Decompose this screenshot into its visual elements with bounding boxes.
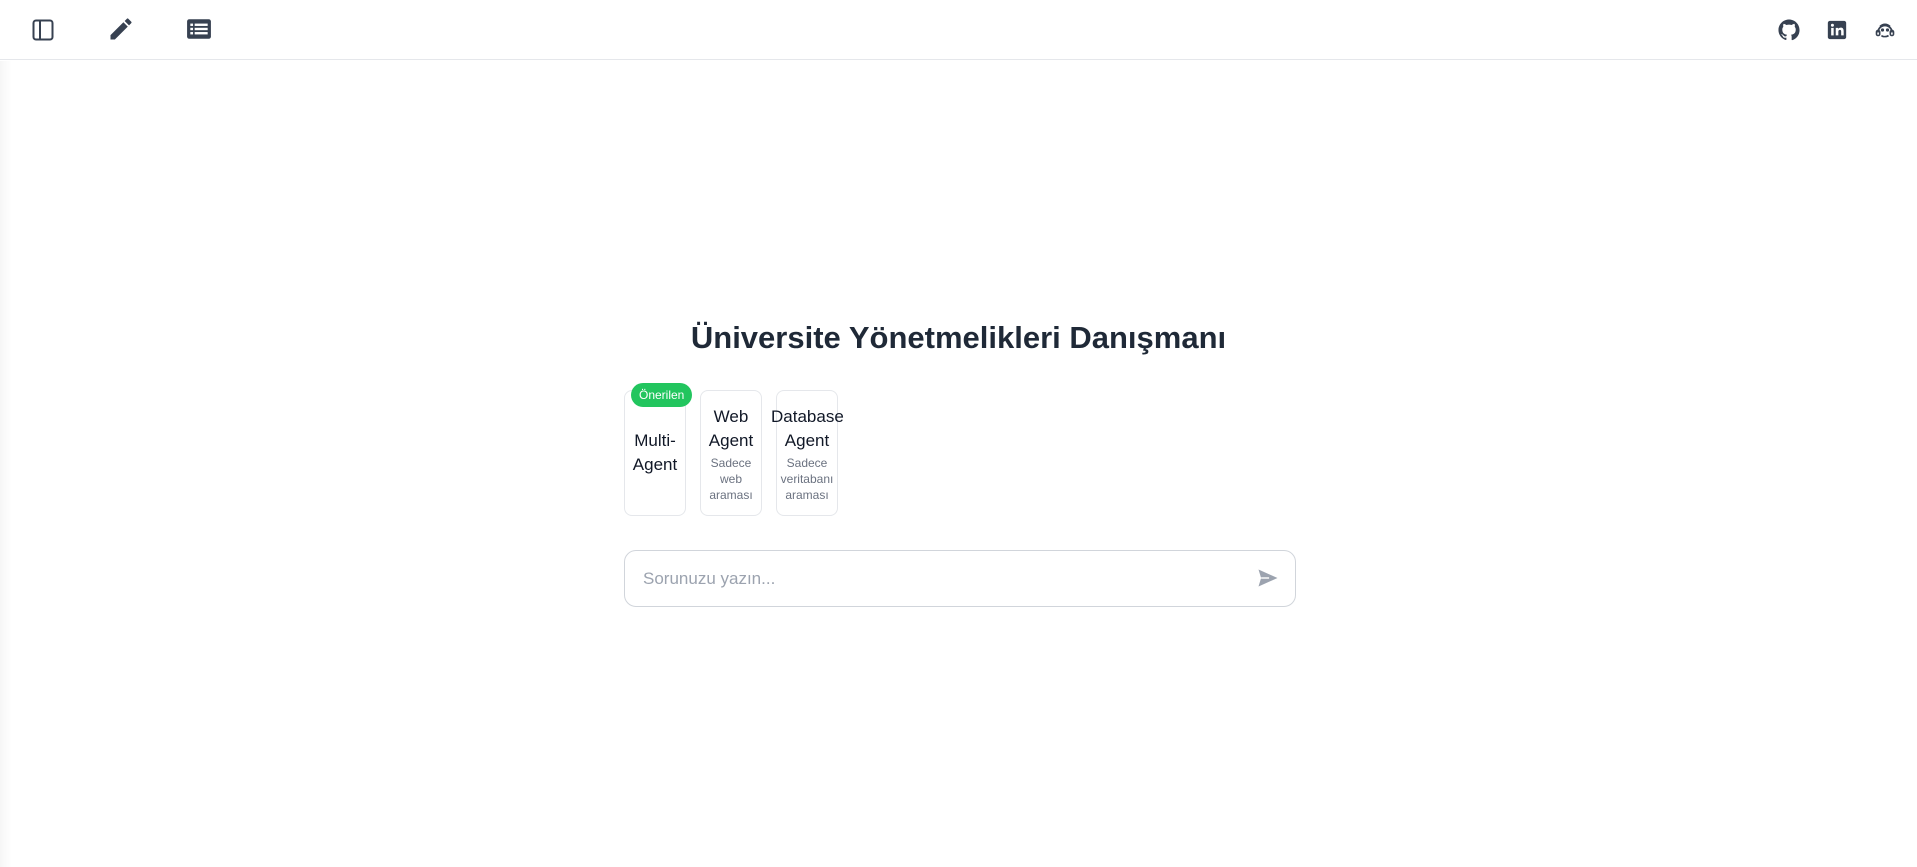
agent-card-title: Web [713, 407, 749, 426]
agent-card-title: Agent [784, 431, 830, 450]
agent-card-title: Multi- [634, 431, 676, 450]
sidebar-toggle-icon [32, 19, 54, 41]
chat-input[interactable] [641, 551, 1235, 607]
top-bar [0, 0, 1917, 60]
send-button[interactable] [1255, 565, 1281, 591]
agent-card-description: veritabanı [780, 472, 834, 486]
chat-input-container [624, 550, 1296, 607]
agent-card-title: Agent [632, 455, 678, 474]
agent-card-description: Sadece [786, 456, 828, 470]
linkedin-link[interactable] [1817, 10, 1857, 50]
github-icon [1778, 19, 1800, 41]
send-icon [1258, 569, 1278, 587]
github-link[interactable] [1769, 10, 1809, 50]
agent-card-web-agent[interactable]: Web Agent Sadece web araması [700, 390, 762, 516]
sidebar-edge [0, 61, 12, 867]
pencil-icon [110, 18, 132, 40]
new-chat-button[interactable] [101, 9, 141, 49]
agent-card-description: araması [709, 488, 753, 502]
recommended-badge: Önerilen [631, 383, 693, 407]
agent-card-title: Agent [708, 431, 754, 450]
page-title: Üniversite Yönetmelikleri Danışmanı [690, 320, 1227, 355]
history-button[interactable] [179, 9, 219, 49]
agent-card-title: Database [771, 407, 844, 426]
agent-card-description: web [719, 472, 742, 486]
agent-card-database-agent[interactable]: Database Agent Sadece veritabanı araması [771, 390, 844, 516]
list-icon [187, 19, 211, 39]
kaggle-icon [1875, 23, 1895, 38]
kaggle-link[interactable] [1865, 10, 1905, 50]
agent-card-description: Sadece [710, 456, 752, 470]
sidebar-toggle-button[interactable] [23, 10, 63, 50]
linkedin-icon [1827, 20, 1847, 40]
agent-card-description: araması [785, 488, 829, 502]
agent-card-multi-agent[interactable]: Önerilen Multi- Agent [624, 383, 693, 516]
